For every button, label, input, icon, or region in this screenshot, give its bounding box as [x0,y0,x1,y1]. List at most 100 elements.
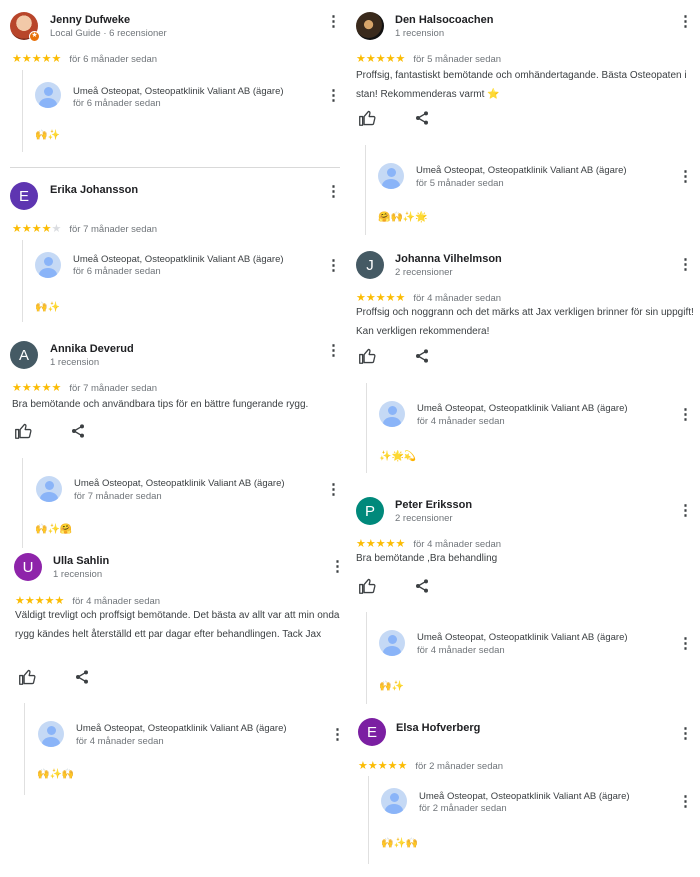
review-header: Den Halsocoachen 1 recension ⋮ [350,12,700,50]
share-icon[interactable] [70,423,86,439]
reviewer-name[interactable]: Erika Johansson [50,184,138,196]
star-filled-icon: ★ [41,382,52,394]
reply-date: för 4 månader sedan [76,736,164,747]
owner-name: Umeå Osteopat, Osteopatklinik Valiant AB… [419,791,630,802]
review-date: för 6 månader sedan [69,54,158,65]
review-date: för 2 månader sedan [415,761,504,772]
more-options-icon[interactable]: ⋮ [678,407,693,423]
star-filled-icon: ★ [31,53,42,65]
reply-text: 🙌✨🙌 [37,769,75,780]
reviewer-meta: 1 recension [395,28,445,39]
owner-name: Umeå Osteopat, Osteopatklinik Valiant AB… [74,478,285,489]
review-header: J Johanna Vilhelmson 2 recensioner ⋮ [350,251,700,289]
review-date: för 7 månader sedan [69,224,158,235]
reply-text: 🙌✨ [35,130,60,141]
more-options-icon[interactable]: ⋮ [330,727,345,743]
review-text: Väldigt trevligt och proffsigt bemötande… [15,610,340,640]
star-filled-icon: ★ [397,760,408,772]
owner-reply: Umeå Osteopat, Osteopatklinik Valiant AB… [22,240,350,322]
owner-reply: Umeå Osteopat, Osteopatklinik Valiant AB… [366,612,700,704]
reviewer-name[interactable]: Annika Deverud [50,343,134,355]
star-filled-icon: ★ [31,382,42,394]
share-icon[interactable] [414,578,430,594]
reply-date: för 6 månader sedan [73,266,161,277]
owner-name: Umeå Osteopat, Osteopatklinik Valiant AB… [73,254,284,265]
thumbs-up-icon[interactable] [18,669,36,685]
share-icon[interactable] [74,669,90,685]
more-options-icon[interactable]: ⋮ [678,169,693,185]
reply-text: 🙌✨ [35,302,60,313]
thumbs-up-icon[interactable] [14,423,32,439]
review-header: E Erika Johansson ⋮ [0,180,350,218]
avatar[interactable]: E [358,718,386,746]
reply-date: för 2 månader sedan [419,803,507,814]
avatar[interactable]: U [14,553,42,581]
share-icon[interactable] [414,110,430,126]
owner-avatar-icon [379,401,405,427]
reviewer-name[interactable]: Jenny Dufweke [50,14,130,26]
review-card: U Ulla Sahlin 1 recension ⋮ ★★★★★ för 4 m… [0,553,350,798]
star-filled-icon: ★ [367,760,378,772]
reviewer-name[interactable]: Johanna Vilhelmson [395,253,502,265]
review-card: E Erika Johansson ⋮ ★★★★★ för 7 månader s… [0,180,350,325]
more-options-icon[interactable]: ⋮ [330,559,345,575]
thumbs-up-icon[interactable] [358,110,376,126]
more-options-icon[interactable]: ⋮ [326,184,341,200]
owner-name: Umeå Osteopat, Osteopatklinik Valiant AB… [76,723,287,734]
avatar[interactable]: A [10,341,38,369]
more-options-icon[interactable]: ⋮ [678,503,693,519]
owner-avatar-icon [35,252,61,278]
rating-row: ★★★★★ för 7 månader sedan [12,381,157,394]
avatar[interactable]: E [10,182,38,210]
avatar[interactable]: P [356,497,384,525]
owner-avatar-icon [36,476,62,502]
star-filled-icon: ★ [365,53,376,65]
review-header: ★ Jenny Dufweke Local Guide · 6 recensio… [0,12,350,50]
review-card: E Elsa Hofverberg ⋮ ★★★★★ för 2 månader s… [350,718,700,868]
more-options-icon[interactable]: ⋮ [678,257,693,273]
thumbs-up-icon[interactable] [358,578,376,594]
more-options-icon[interactable]: ⋮ [326,482,341,498]
star-filled-icon: ★ [12,53,22,65]
more-options-icon[interactable]: ⋮ [326,258,341,274]
star-empty-icon: ★ [51,223,62,235]
thumbs-up-icon[interactable] [358,348,376,364]
more-options-icon[interactable]: ⋮ [678,14,693,30]
owner-reply: Umeå Osteopat, Osteopatklinik Valiant AB… [22,458,350,548]
more-options-icon[interactable]: ⋮ [678,636,693,652]
star-filled-icon: ★ [375,53,386,65]
share-icon[interactable] [414,348,430,364]
avatar[interactable] [356,12,384,40]
review-text: Bra bemötande ,Bra behandling [356,553,498,564]
reviewer-name[interactable]: Den Halsocoachen [395,14,493,26]
avatar[interactable]: ★ [10,12,40,42]
review-card: Den Halsocoachen 1 recension ⋮ ★★★★★ för … [350,12,700,235]
star-filled-icon: ★ [358,760,368,772]
star-rating: ★★★★★ [12,53,61,65]
more-options-icon[interactable]: ⋮ [326,88,341,104]
owner-reply: Umeå Osteopat, Osteopatklinik Valiant AB… [365,145,700,235]
reviewer-meta: 2 recensioner [395,267,453,278]
reviewer-name[interactable]: Elsa Hofverberg [396,722,480,734]
reviewer-meta: Local Guide · 6 recensioner [50,28,167,39]
reply-text: 🙌✨🤗 [35,524,73,535]
review-card: A Annika Deverud 1 recension ⋮ ★★★★★ för … [0,341,350,548]
owner-reply: Umeå Osteopat, Osteopatklinik Valiant AB… [22,70,350,152]
more-options-icon[interactable]: ⋮ [326,343,341,359]
more-options-icon[interactable]: ⋮ [326,14,341,30]
star-filled-icon: ★ [21,223,32,235]
reply-date: för 4 månader sedan [417,416,505,427]
star-rating: ★★★★★ [12,382,61,394]
star-filled-icon: ★ [387,760,398,772]
rating-row: ★★★★★ för 5 månader sedan [356,52,501,65]
reviewer-name[interactable]: Peter Eriksson [395,499,472,511]
more-options-icon[interactable]: ⋮ [678,726,693,742]
reviewer-name[interactable]: Ulla Sahlin [53,555,109,567]
more-options-icon[interactable]: ⋮ [678,794,693,810]
owner-name: Umeå Osteopat, Osteopatklinik Valiant AB… [417,403,628,414]
rating-row: ★★★★★ för 6 månader sedan [12,52,157,65]
reviews-column-right: Den Halsocoachen 1 recension ⋮ ★★★★★ för … [350,0,700,877]
star-filled-icon: ★ [12,382,22,394]
review-text: Bra bemötande och användbara tips för en… [12,399,309,410]
avatar[interactable]: J [356,251,384,279]
